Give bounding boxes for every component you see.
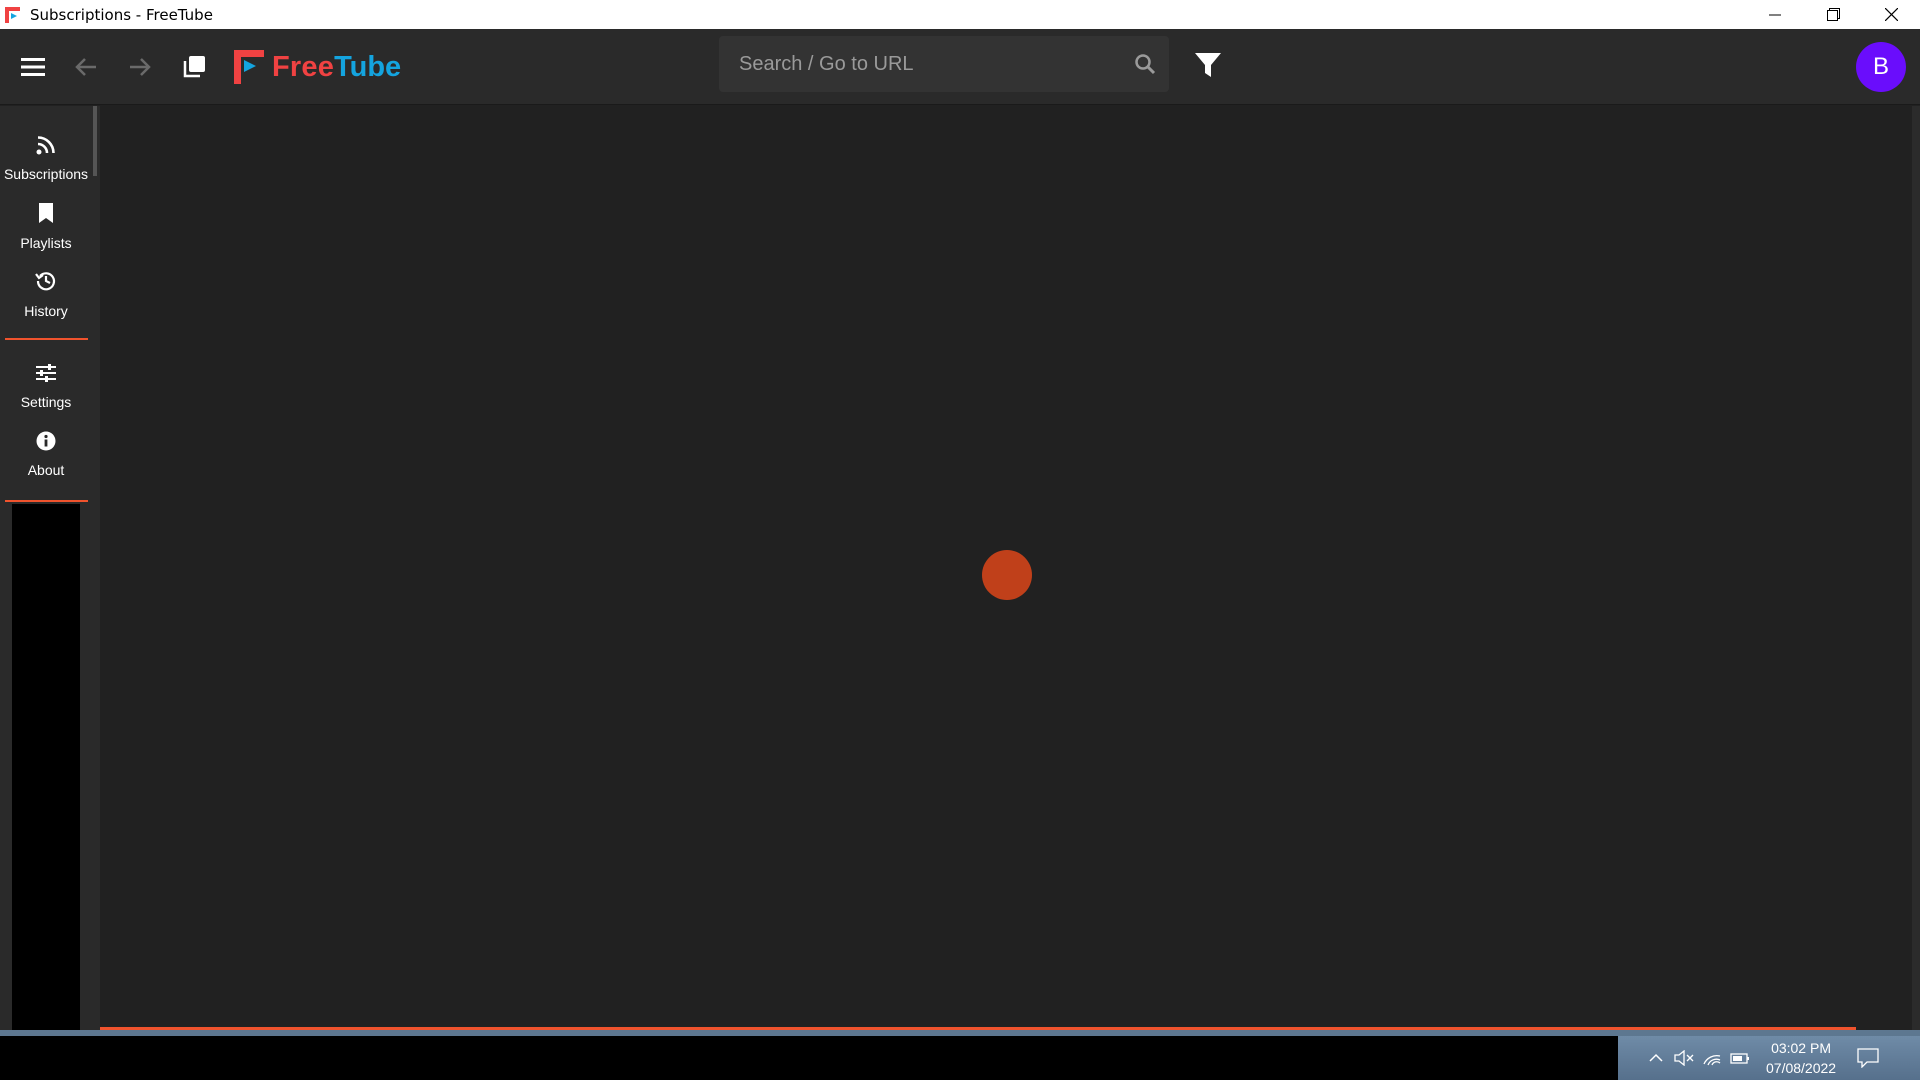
freetube-app-icon (4, 5, 24, 25)
app-header: FreeTube B (0, 29, 1920, 105)
main-scrollbar[interactable] (1912, 106, 1920, 1030)
nav-label-subscriptions: Subscriptions (3, 165, 89, 182)
menu-icon[interactable] (13, 47, 53, 87)
nav-divider (5, 338, 88, 340)
taskbar: 03:02 PM 07/08/2022 (0, 1036, 1920, 1080)
battery-icon[interactable] (1726, 1036, 1754, 1080)
close-button[interactable] (1862, 0, 1920, 29)
new-window-icon[interactable] (174, 47, 214, 87)
wifi-icon[interactable] (1698, 1036, 1726, 1080)
clock-time: 03:02 PM (1771, 1040, 1831, 1056)
sliders-icon (35, 363, 57, 386)
nav-label-about: About (27, 461, 65, 478)
main-content (100, 106, 1912, 1028)
notification-icon[interactable] (1854, 1036, 1882, 1080)
clock-date: 07/08/2022 (1766, 1060, 1837, 1076)
search-input[interactable] (719, 36, 1121, 92)
nav-item-subscriptions[interactable]: Subscriptions (0, 124, 92, 192)
back-arrow-icon[interactable] (66, 47, 106, 87)
logo-text-free: Free (272, 50, 335, 83)
search-icon[interactable] (1121, 36, 1169, 92)
speaker-muted-icon[interactable] (1670, 1036, 1698, 1080)
nav-item-about[interactable]: About (0, 420, 92, 488)
taskbar-clock[interactable]: 03:02 PM 07/08/2022 (1766, 1038, 1836, 1078)
nav-label-history: History (24, 302, 68, 319)
freetube-logo[interactable]: Free Tube (234, 49, 401, 85)
window-titlebar: Subscriptions - FreeTube (0, 0, 1920, 29)
chevron-up-icon[interactable] (1642, 1036, 1670, 1080)
nav-item-settings[interactable]: Settings (0, 352, 92, 420)
nav-label-playlists: Playlists (20, 234, 72, 251)
system-tray: 03:02 PM 07/08/2022 (1618, 1036, 1920, 1080)
nav-label-settings: Settings (20, 393, 72, 410)
nav-item-playlists[interactable]: Playlists (0, 192, 92, 260)
side-navigation: Subscriptions Playlists History Settings… (0, 106, 100, 1038)
logo-text-tube: Tube (334, 50, 402, 83)
filter-icon[interactable] (1188, 45, 1228, 85)
bookmark-icon (38, 202, 54, 227)
freetube-logo-icon (234, 50, 264, 84)
forward-arrow-icon[interactable] (120, 47, 160, 87)
nav-divider-bottom (5, 500, 88, 502)
minimize-button[interactable] (1746, 0, 1804, 29)
info-icon (36, 431, 56, 454)
search-box (719, 36, 1169, 92)
window-title: Subscriptions - FreeTube (30, 5, 213, 24)
loading-spinner (982, 550, 1032, 600)
history-icon (35, 270, 57, 295)
rss-icon (36, 135, 56, 158)
sidenav-scrollbar[interactable] (93, 106, 97, 176)
restore-button[interactable] (1804, 0, 1862, 29)
profile-avatar[interactable]: B (1856, 42, 1906, 92)
nav-item-history[interactable]: History (0, 260, 92, 328)
sidenav-empty-area (12, 504, 80, 1038)
